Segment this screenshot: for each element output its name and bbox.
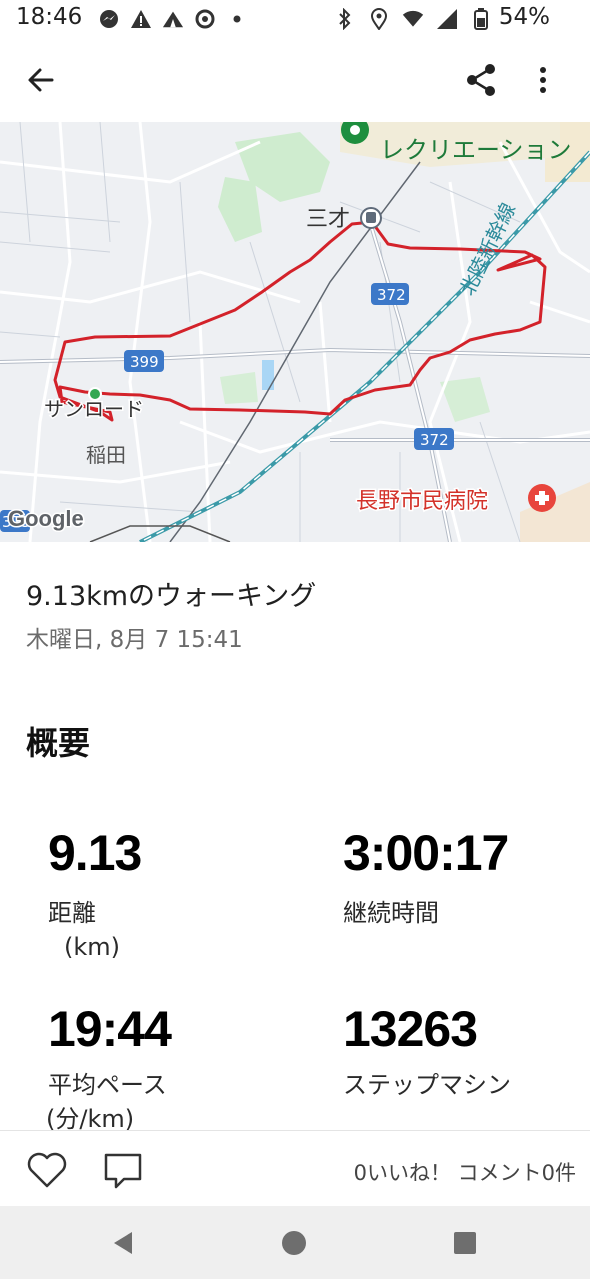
route-map[interactable]: レクリエーション 三才 北陸新幹線 372 399 372 373 サンロード … (0, 122, 590, 542)
activity-datetime: 木曜日, 8月 7 15:41 (26, 627, 243, 653)
more-options-button[interactable] (528, 60, 558, 100)
park-area (220, 372, 258, 404)
app-icon (194, 8, 216, 30)
shield-label-372-south: 372 (420, 431, 449, 449)
shield-label-399: 399 (130, 353, 159, 371)
back-button[interactable] (22, 60, 62, 100)
battery-percent: 54% (498, 4, 550, 30)
status-bar: 18:46 54% (0, 0, 590, 38)
share-icon (467, 64, 495, 96)
like-button[interactable] (26, 1151, 68, 1189)
distance-value: 9.13 (48, 825, 142, 881)
distance-label: 距離 (48, 899, 96, 927)
activity-title: 9.13kmのウォーキング (26, 581, 317, 612)
nav-home-button[interactable] (281, 1230, 307, 1256)
dot-icon (226, 8, 248, 30)
comment-icon (104, 1153, 142, 1189)
shield-label-372: 372 (377, 286, 406, 304)
tent-icon (162, 8, 184, 30)
steps-label: ステップマシン (343, 1071, 511, 1099)
warning-icon (130, 8, 152, 30)
duration-value: 3:00:17 (343, 825, 509, 881)
pace-label: 平均ペース (48, 1071, 167, 1099)
like-comment-counts[interactable]: 0いいね！ コメント0件 (354, 1157, 576, 1187)
steps-value: 13263 (343, 1001, 478, 1057)
messenger-icon (98, 8, 120, 30)
map-label-hospital: 長野市民病院 (356, 489, 488, 514)
system-icons (334, 8, 492, 30)
map-label-recreation: レクリエーション (380, 136, 572, 164)
map-label-inada: 稲田 (86, 443, 126, 467)
heart-icon (27, 1152, 67, 1188)
share-button[interactable] (462, 60, 502, 100)
social-bar: 0いいね！ コメント0件 (0, 1130, 590, 1207)
map-label-station: 三才 (306, 207, 350, 232)
status-time: 18:46 (16, 4, 83, 30)
nav-back-button[interactable] (110, 1230, 136, 1256)
back-triangle-icon (114, 1232, 132, 1254)
comment-button[interactable] (102, 1151, 144, 1191)
distance-unit: (km) (64, 933, 121, 961)
bluetooth-icon (334, 8, 356, 30)
location-icon (368, 8, 390, 30)
system-nav-bar (0, 1206, 590, 1279)
more-vert-icon (540, 67, 546, 93)
arrow-left-icon (28, 68, 54, 92)
wifi-icon (402, 8, 424, 30)
google-logo: Google (8, 506, 84, 531)
battery-icon (470, 8, 492, 30)
overview-heading: 概要 (26, 724, 91, 762)
app-bar (0, 38, 590, 122)
signal-icon (436, 8, 458, 30)
pace-value: 19:44 (48, 1001, 172, 1057)
map-label-sun-road: サンロード (44, 397, 144, 421)
duration-label: 継続時間 (343, 899, 439, 927)
water-area (262, 360, 274, 390)
nav-recents-button[interactable] (452, 1230, 478, 1256)
home-circle-icon (282, 1231, 306, 1255)
recents-square-icon (454, 1232, 476, 1254)
notification-icons (98, 8, 248, 30)
